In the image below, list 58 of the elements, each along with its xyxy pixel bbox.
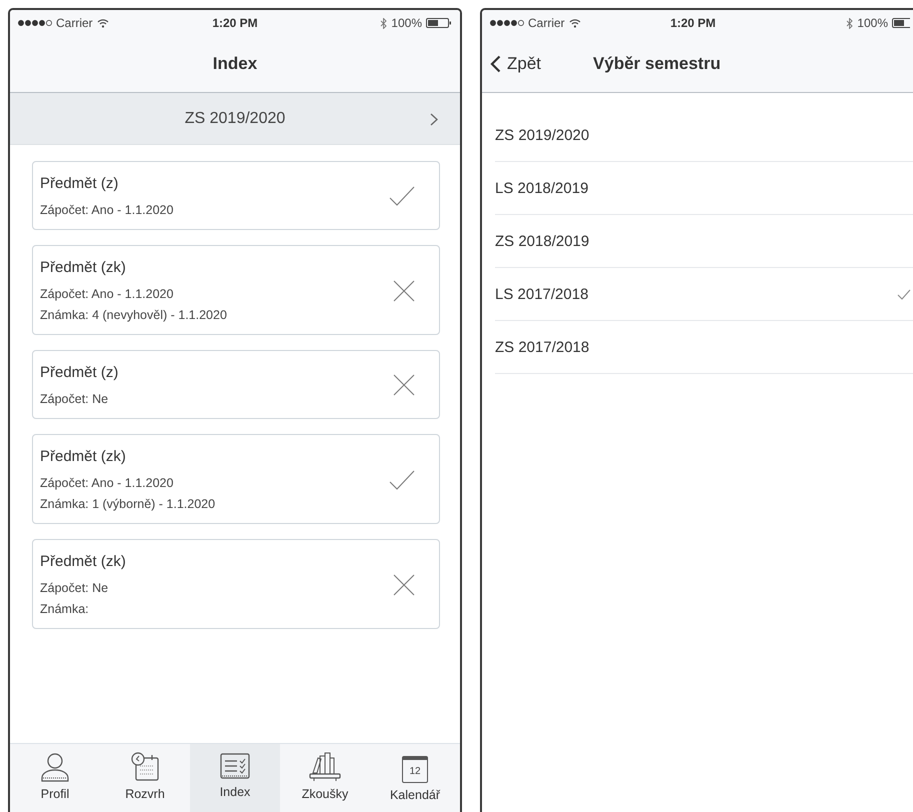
subject-detail: Známka: 4 (nevyhověl) - 1.1.2020 — [40, 308, 227, 322]
chevron-left-icon — [490, 55, 501, 73]
subject-card[interactable]: Předmět (zk) Zápočet: Ano - 1.1.2020 Známka: 1 (výborně) - 1.1.2020 — [32, 434, 440, 524]
subject-title: Předmět (z) — [40, 364, 118, 381]
subject-card[interactable]: Předmět (zk) Zápočet: Ano - 1.1.2020 Známka: 4 (nevyhověl) - 1.1.2020 — [32, 245, 440, 335]
semester-option[interactable]: LS 2017/2018 — [495, 268, 913, 321]
subject-detail: Známka: 1 (výborně) - 1.1.2020 — [40, 497, 216, 511]
subject-detail: Zápočet: Ano - 1.1.2020 — [40, 287, 174, 301]
carrier-label: Carrier — [528, 16, 565, 30]
bluetooth-icon — [846, 18, 854, 28]
checkmark-icon — [389, 470, 415, 490]
signal-icon — [490, 20, 524, 26]
bluetooth-icon — [380, 18, 388, 28]
signal-icon — [18, 20, 52, 26]
subject-detail: Zápočet: Ano - 1.1.2020 — [40, 476, 174, 490]
battery-percent: 100% — [391, 16, 422, 30]
subject-detail: Známka: — [40, 602, 90, 616]
status-time: 1:20 PM — [670, 16, 716, 30]
subject-title: Předmět (zk) — [40, 553, 126, 570]
subject-card[interactable]: Předmět (zk) Zápočet: Ne Známka: — [32, 539, 440, 629]
calendar-clock-icon — [130, 752, 160, 782]
subject-card[interactable]: Předmět (z) Zápočet: Ne — [32, 350, 440, 419]
semester-option[interactable]: LS 2018/2019 — [495, 162, 913, 215]
tab-bar-item[interactable]: Zkoušky — [280, 744, 370, 812]
semester-option[interactable]: ZS 2017/2018 — [495, 321, 913, 374]
subject-title: Předmět (zk) — [40, 259, 127, 276]
subject-title: Předmět (zk) — [40, 448, 127, 465]
tab-bar-item[interactable]: 12 Kalendář — [370, 744, 460, 812]
cross-icon — [393, 374, 415, 396]
wifi-icon — [96, 18, 109, 28]
tab-bar-item[interactable]: Profil — [10, 744, 100, 812]
cross-icon — [393, 280, 415, 302]
books-on-shelf-icon — [309, 752, 341, 782]
cross-icon — [393, 574, 415, 596]
semester-option[interactable]: ZS 2019/2020 — [495, 109, 913, 162]
chevron-right-icon — [430, 113, 438, 126]
subject-card[interactable]: Předmět (z) Zápočet: Ano - 1.1.2020 — [32, 161, 440, 230]
subject-detail: Zápočet: Ne — [40, 392, 110, 406]
semester-option[interactable]: ZS 2018/2019 — [495, 215, 913, 268]
battery-icon — [426, 18, 452, 28]
person-icon — [40, 752, 70, 782]
back-button[interactable]: Zpět — [490, 54, 542, 74]
screen-title: Výběr semestru — [593, 54, 721, 74]
screen-title: Index — [212, 54, 258, 74]
carrier-label: Carrier — [56, 16, 93, 30]
semester-selector[interactable]: ZS 2019/2020 — [10, 93, 460, 145]
wifi-icon — [568, 18, 581, 28]
calendar-icon: 12 — [402, 756, 428, 783]
checkmark-icon — [389, 186, 415, 206]
battery-percent: 100% — [857, 16, 888, 30]
subject-detail: Zápočet: Ano - 1.1.2020 — [40, 203, 174, 217]
subject-detail: Zápočet: Ne — [40, 581, 110, 595]
tab-bar-item[interactable]: Index — [190, 744, 280, 812]
list-checks-icon — [220, 752, 250, 780]
battery-icon — [892, 18, 910, 28]
tab-bar-item[interactable]: Rozvrh — [100, 744, 190, 812]
subject-title: Předmět (z) — [40, 175, 120, 192]
status-time: 1:20 PM — [212, 16, 258, 30]
